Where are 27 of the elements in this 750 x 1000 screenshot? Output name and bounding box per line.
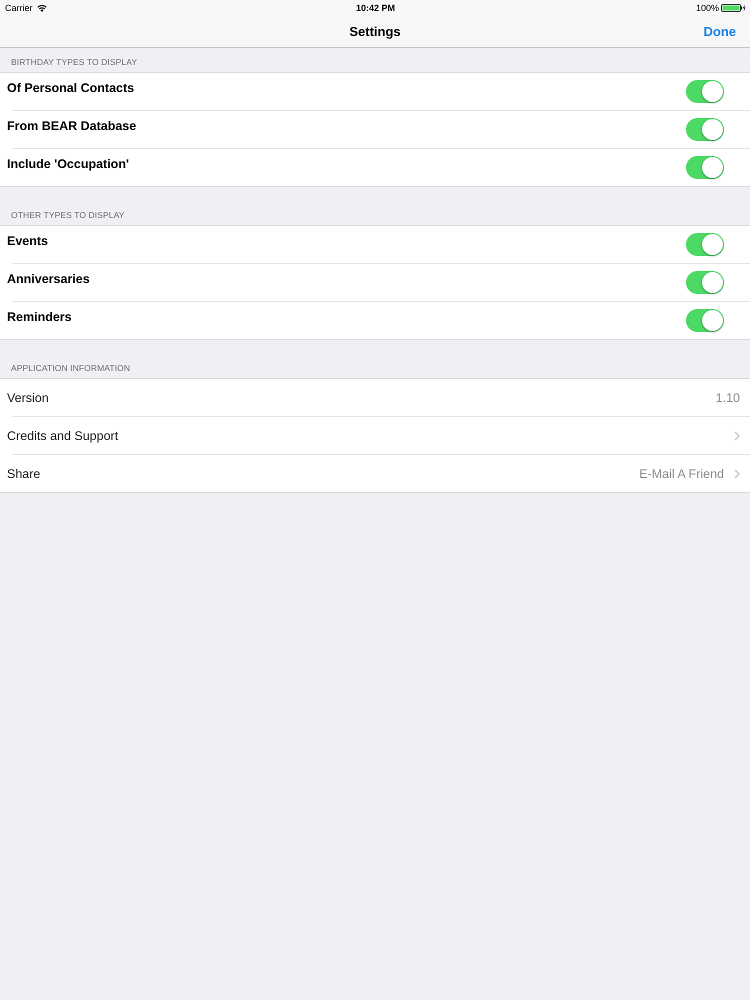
- toggle-switch[interactable]: [686, 233, 724, 256]
- status-time: 10:42 PM: [356, 2, 396, 12]
- row-label: From BEAR Database: [7, 118, 136, 133]
- toggle-switch[interactable]: [686, 156, 724, 179]
- toggle-switch[interactable]: [686, 271, 724, 294]
- row-label: Version: [7, 390, 49, 404]
- detail-value: 1.10: [716, 390, 740, 404]
- row-label: Of Personal Contacts: [7, 80, 134, 95]
- row-label: Include 'Occupation': [7, 156, 129, 171]
- row-label: Credits and Support: [7, 428, 118, 442]
- nav-title: Settings: [349, 24, 401, 38]
- detail-value: E-Mail A Friend: [639, 466, 724, 480]
- section-header: OTHER TYPES TO DISPLAY: [11, 210, 125, 220]
- wifi-icon: [36, 4, 47, 12]
- battery-charging-icon: [721, 4, 746, 12]
- carrier-label: Carrier: [5, 2, 33, 12]
- row-label: Anniversaries: [7, 271, 90, 286]
- toggle-switch[interactable]: [686, 118, 724, 141]
- section-header: BIRTHDAY TYPES TO DISPLAY: [11, 57, 138, 67]
- toggle-switch[interactable]: [686, 309, 724, 332]
- done-button[interactable]: Done: [704, 22, 736, 40]
- toggle-switch[interactable]: [686, 80, 724, 103]
- row-label: Events: [7, 233, 48, 248]
- row-label: Share: [7, 466, 40, 480]
- row-label: Reminders: [7, 309, 72, 324]
- section-header: APPLICATION INFORMATION: [11, 363, 130, 373]
- battery-percent: 100%: [696, 2, 719, 12]
